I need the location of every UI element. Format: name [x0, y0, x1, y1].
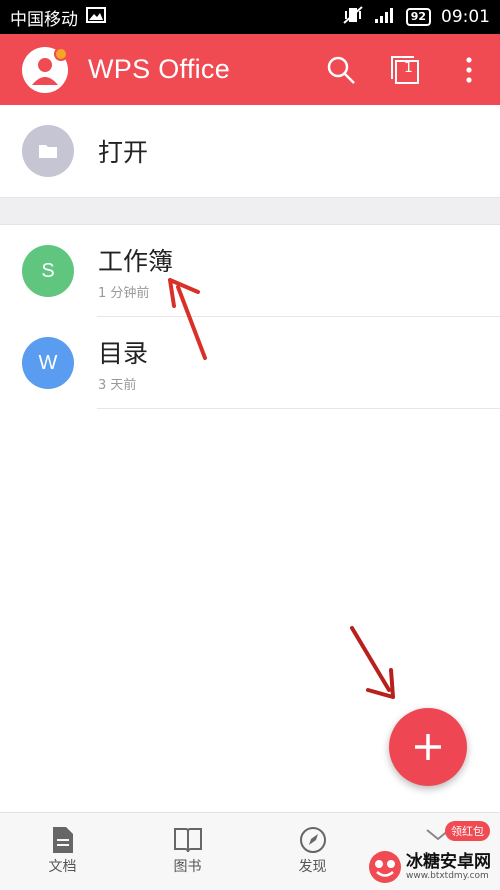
clock: 09:01 [441, 7, 490, 27]
section-separator [0, 197, 500, 225]
battery-icon: 92 [405, 8, 431, 26]
more-vert-icon [466, 56, 472, 83]
file-name: 工作簿 [98, 246, 174, 276]
file-item-workbook[interactable]: S 工作簿 1 分钟前 [0, 225, 500, 317]
book-icon [173, 828, 202, 853]
watermark: 冰糖安卓网 www.btxtdmy.com [368, 850, 491, 884]
file-item-catalog[interactable]: W 目录 3 天前 [0, 317, 500, 409]
status-bar: 中国移动 92 09:01 [0, 0, 500, 34]
app-bar: WPS Office 1 [0, 34, 500, 105]
tabs-button[interactable]: 1 [388, 53, 422, 87]
search-icon [327, 56, 355, 84]
image-notification-icon [86, 6, 106, 28]
notification-dot [54, 46, 68, 61]
red-packet-badge[interactable]: 领红包 [445, 821, 490, 841]
search-button[interactable] [324, 53, 358, 87]
document-icon [52, 827, 73, 853]
open-label: 打开 [98, 138, 149, 167]
new-document-button[interactable] [389, 708, 467, 786]
avatar[interactable] [22, 46, 68, 93]
watermark-url: www.btxtdmy.com [406, 871, 489, 881]
folder-circle [22, 125, 74, 177]
folder-icon [39, 145, 57, 158]
more-options-button[interactable] [452, 53, 486, 87]
watermark-logo-icon [369, 851, 401, 883]
file-time: 1 分钟前 [98, 285, 150, 301]
file-name: 目录 [98, 338, 149, 368]
file-time: 3 天前 [98, 377, 137, 393]
carrier-label: 中国移动 [10, 9, 78, 30]
nav-documents[interactable]: 文档 [0, 813, 125, 890]
open-item[interactable]: 打开 [0, 105, 500, 197]
signal-icon [374, 6, 396, 29]
watermark-name: 冰糖安卓网 [406, 852, 491, 872]
nav-books[interactable]: 图书 [125, 813, 250, 890]
tab-count: 1 [404, 59, 413, 76]
arrow-to-fab-icon [350, 626, 395, 699]
vibrate-off-icon [342, 5, 364, 29]
plus-icon [415, 734, 441, 760]
document-file-icon: W [22, 337, 74, 389]
nav-discover[interactable]: 发现 [250, 813, 375, 890]
compass-icon [299, 827, 326, 853]
app-title: WPS Office [88, 54, 231, 84]
spreadsheet-file-icon: S [22, 245, 74, 297]
divider [97, 408, 500, 409]
